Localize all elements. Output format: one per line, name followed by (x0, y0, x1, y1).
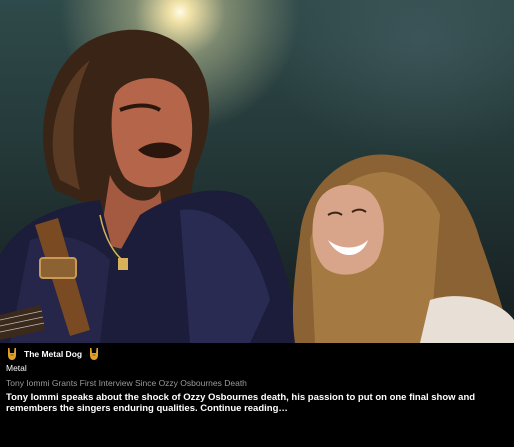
category-label: Metal (6, 363, 27, 373)
source-name[interactable]: The Metal Dog (24, 349, 82, 359)
source-row[interactable]: The Metal Dog (6, 346, 100, 362)
article-photo[interactable] (0, 0, 514, 343)
article-headline[interactable]: Tony Iommi Grants First Interview Since … (6, 378, 247, 388)
continue-reading-link[interactable]: Continue reading… (200, 403, 288, 414)
article-card[interactable]: The Metal Dog Metal Tony Iommi Grants Fi… (0, 0, 514, 447)
article-summary: Tony Iommi speaks about the shock of Ozz… (6, 392, 506, 414)
rock-horns-icon (6, 347, 18, 361)
concert-photo-illustration (0, 29, 514, 343)
rock-horns-icon (88, 347, 100, 361)
